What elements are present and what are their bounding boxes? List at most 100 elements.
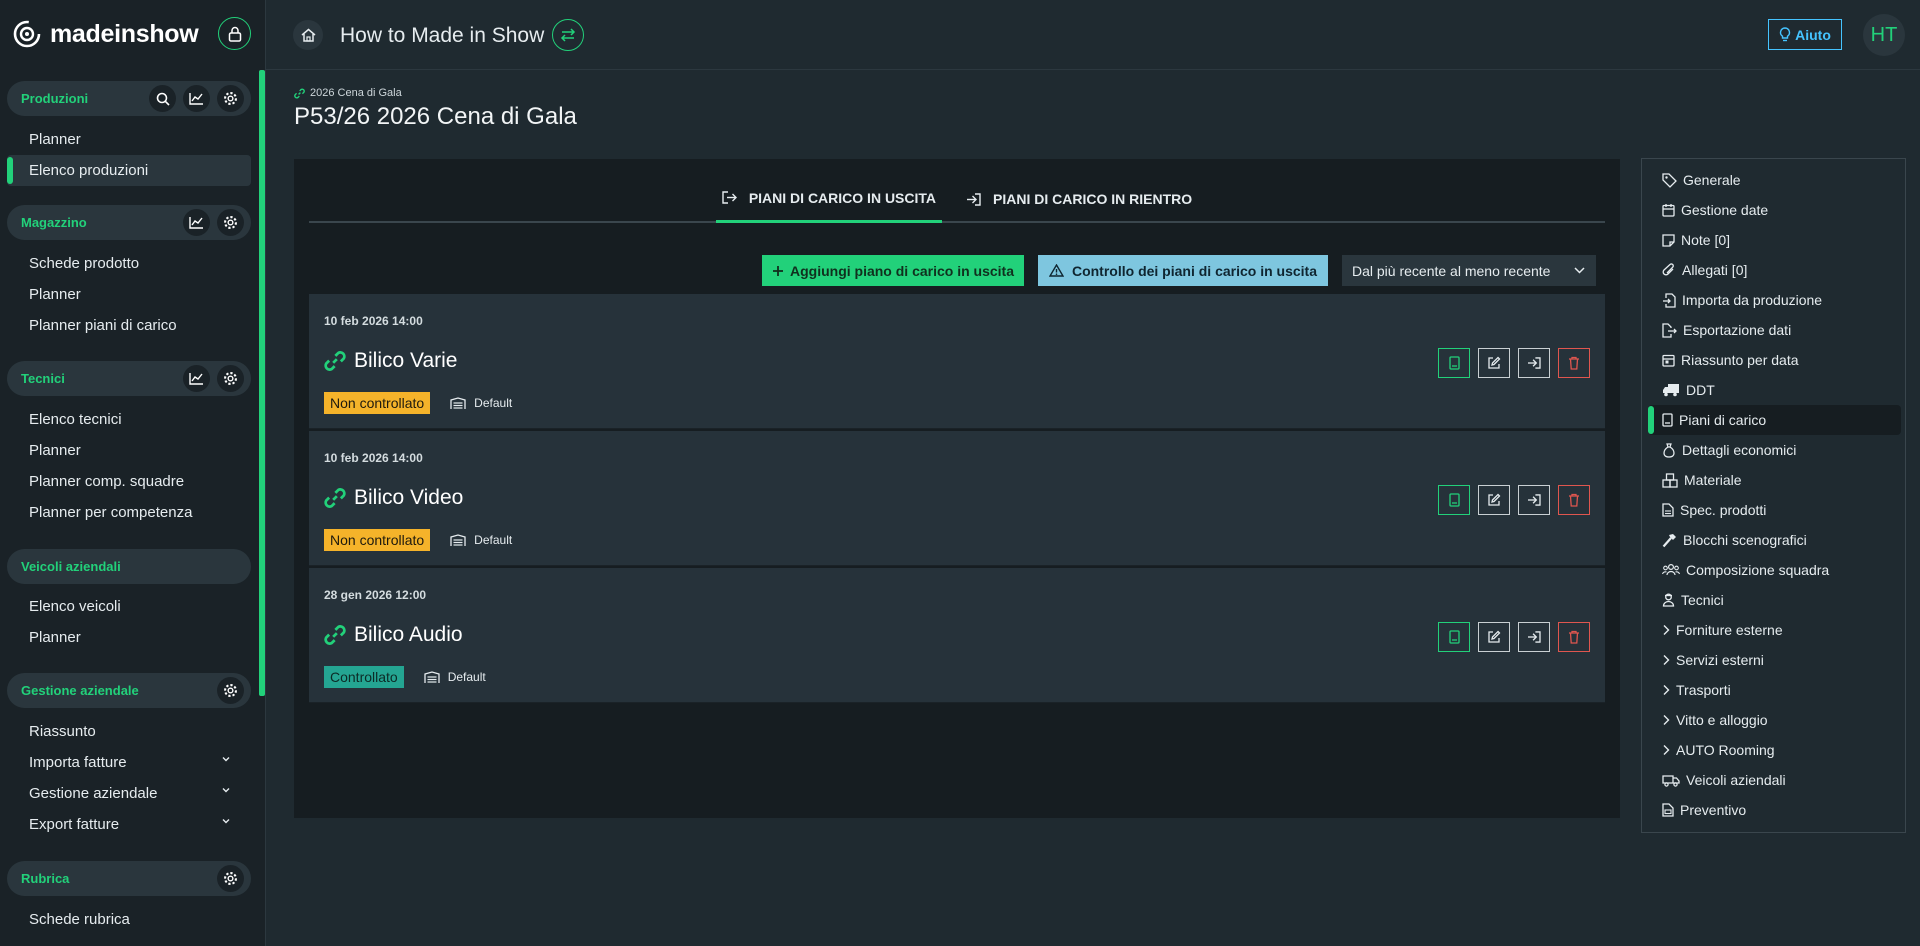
gear-icon[interactable] <box>217 865 244 892</box>
move-plan-button[interactable] <box>1518 622 1550 652</box>
sidebar-item-elenco-produzioni[interactable]: Elenco produzioni <box>7 155 251 186</box>
menu-item-materiale[interactable]: Materiale <box>1648 465 1901 495</box>
tab-label: PIANI DI CARICO IN USCITA <box>748 189 937 206</box>
page-title: P53/26 2026 Cena di Gala <box>294 103 577 130</box>
sidebar-item-export-fatture[interactable]: Export fatture <box>7 809 251 840</box>
truck-trailer-icon <box>450 533 466 546</box>
link-icon[interactable] <box>324 350 346 372</box>
help-button[interactable]: Aiuto <box>1768 19 1842 50</box>
link-icon[interactable] <box>324 624 346 646</box>
chart-icon[interactable] <box>183 365 210 392</box>
menu-item-allegati[interactable]: Allegati [0] <box>1648 255 1901 285</box>
chevron-down-icon <box>1574 267 1585 274</box>
menu-item-composizione-squadra[interactable]: Composizione squadra <box>1648 555 1901 585</box>
move-plan-button[interactable] <box>1518 485 1550 515</box>
menu-item-vitto-e-alloggio[interactable]: Vitto e alloggio <box>1648 705 1901 735</box>
sidebar-item-gestione-aziendale[interactable]: Gestione aziendale <box>7 778 251 809</box>
sidebar-item-planner-piani-di-carico[interactable]: Planner piani di carico <box>7 310 251 341</box>
sidebar-item-schede-rubrica[interactable]: Schede rubrica <box>7 904 251 935</box>
sidebar-item-planner[interactable]: Planner <box>7 124 251 155</box>
vehicle-label: Default <box>447 670 486 684</box>
sidebar-item-planner[interactable]: Planner <box>7 435 251 466</box>
move-plan-button[interactable] <box>1518 348 1550 378</box>
plan-actions <box>1438 348 1590 378</box>
sidebar-item-label: Planner <box>29 629 81 646</box>
menu-item-label: Spec. prodotti <box>1680 502 1767 518</box>
menu-item-servizi-esterni[interactable]: Servizi esterni <box>1648 645 1901 675</box>
section-veicoli-aziendali[interactable]: Veicoli aziendali <box>7 549 251 584</box>
tab-piani-in-rientro[interactable]: PIANI DI CARICO IN RIENTRO <box>960 175 1198 223</box>
avatar[interactable]: HT <box>1863 14 1905 56</box>
sidebar-item-elenco-veicoli[interactable]: Elenco veicoli <box>7 591 251 622</box>
lock-button[interactable] <box>218 17 251 50</box>
menu-item-gestione-date[interactable]: Gestione date <box>1648 195 1901 225</box>
menu-item-note[interactable]: Note [0] <box>1648 225 1901 255</box>
edit-plan-button[interactable] <box>1478 485 1510 515</box>
section-produzioni[interactable]: Produzioni <box>7 81 251 116</box>
load-plan-card[interactable]: 10 feb 2026 14:00 Bilico Video Non contr… <box>309 431 1605 566</box>
menu-item-blocchi-scenografici[interactable]: Blocchi scenografici <box>1648 525 1901 555</box>
gear-icon[interactable] <box>217 677 244 704</box>
sidebar-item-planner-per-competenza[interactable]: Planner per competenza <box>7 497 251 528</box>
home-button[interactable] <box>293 20 323 50</box>
sidebar-item-importa-fatture[interactable]: Importa fatture <box>7 747 251 778</box>
view-plan-button[interactable] <box>1438 348 1470 378</box>
edit-plan-button[interactable] <box>1478 348 1510 378</box>
section-gestione-aziendale[interactable]: Gestione aziendale <box>7 673 251 708</box>
sidebar-item-planner-comp-squadre[interactable]: Planner comp. squadre <box>7 466 251 497</box>
sign-in-icon <box>967 192 981 206</box>
chart-icon[interactable] <box>183 209 210 236</box>
load-plan-card[interactable]: 28 gen 2026 12:00 Bilico Audio Controlla… <box>309 568 1605 703</box>
menu-item-generale[interactable]: Generale <box>1648 165 1901 195</box>
delete-plan-button[interactable] <box>1558 622 1590 652</box>
view-plan-button[interactable] <box>1438 622 1470 652</box>
gear-icon[interactable] <box>217 365 244 392</box>
switch-company-button[interactable] <box>552 19 584 51</box>
menu-item-forniture-esterne[interactable]: Forniture esterne <box>1648 615 1901 645</box>
check-load-plans-button[interactable]: Controllo dei piani di carico in uscita <box>1038 255 1328 286</box>
gear-icon[interactable] <box>217 209 244 236</box>
menu-item-dettagli-economici[interactable]: Dettagli economici <box>1648 435 1901 465</box>
brand[interactable]: madeinshow <box>12 14 252 54</box>
menu-item-trasporti[interactable]: Trasporti <box>1648 675 1901 705</box>
sidebar-item-riassunto[interactable]: Riassunto <box>7 716 251 747</box>
gear-icon[interactable] <box>217 85 244 112</box>
menu-item-tecnici[interactable]: Tecnici <box>1648 585 1901 615</box>
section-magazzino[interactable]: Magazzino <box>7 205 251 240</box>
menu-item-esportazione-dati[interactable]: Esportazione dati <box>1648 315 1901 345</box>
edit-plan-button[interactable] <box>1478 622 1510 652</box>
add-load-plan-button[interactable]: Aggiungi piano di carico in uscita <box>762 255 1024 286</box>
plan-status-row: Non controllato Default <box>324 392 512 414</box>
menu-item-riassunto-per-data[interactable]: Riassunto per data <box>1648 345 1901 375</box>
menu-item-ddt[interactable]: DDT <box>1648 375 1901 405</box>
link-icon[interactable] <box>324 487 346 509</box>
breadcrumb[interactable]: 2026 Cena di Gala <box>294 87 402 99</box>
edit-icon <box>1488 356 1501 369</box>
section-rubrica[interactable]: Rubrica <box>7 861 251 896</box>
sort-select[interactable]: Dal più recente al meno recente <box>1342 255 1596 286</box>
plan-vehicle: Default <box>424 670 486 684</box>
menu-item-spec-prodotti[interactable]: Spec. prodotti <box>1648 495 1901 525</box>
menu-item-preventivo[interactable]: Preventivo <box>1648 795 1901 825</box>
menu-item-piani-di-carico[interactable]: Piani di carico <box>1648 405 1901 435</box>
menu-item-auto-rooming[interactable]: AUTO Rooming <box>1648 735 1901 765</box>
chart-icon[interactable] <box>183 85 210 112</box>
sidebar-item-elenco-tecnici[interactable]: Elenco tecnici <box>7 404 251 435</box>
search-icon[interactable] <box>149 85 176 112</box>
menu-item-label: Materiale <box>1684 472 1742 488</box>
view-plan-button[interactable] <box>1438 485 1470 515</box>
sidebar-item-planner[interactable]: Planner <box>7 622 251 653</box>
menu-item-label: Note [0] <box>1681 232 1731 248</box>
menu-item-importa-da-produzione[interactable]: Importa da produzione <box>1648 285 1901 315</box>
sidebar-item-planner[interactable]: Planner <box>7 279 251 310</box>
load-plan-card[interactable]: 10 feb 2026 14:00 Bilico Varie Non contr… <box>309 294 1605 429</box>
section-tecnici[interactable]: Tecnici <box>7 361 251 396</box>
sidebar-scrollbar[interactable] <box>259 70 265 696</box>
sidebar-item-schede-prodotto[interactable]: Schede prodotto <box>7 248 251 279</box>
menu-item-veicoli-aziendali[interactable]: Veicoli aziendali <box>1648 765 1901 795</box>
add-load-plan-label: Aggiungi piano di carico in uscita <box>789 262 1015 279</box>
delete-plan-button[interactable] <box>1558 485 1590 515</box>
delete-plan-button[interactable] <box>1558 348 1590 378</box>
clipboard-icon <box>1448 630 1460 644</box>
tab-piani-in-uscita[interactable]: PIANI DI CARICO IN USCITA <box>715 175 943 223</box>
